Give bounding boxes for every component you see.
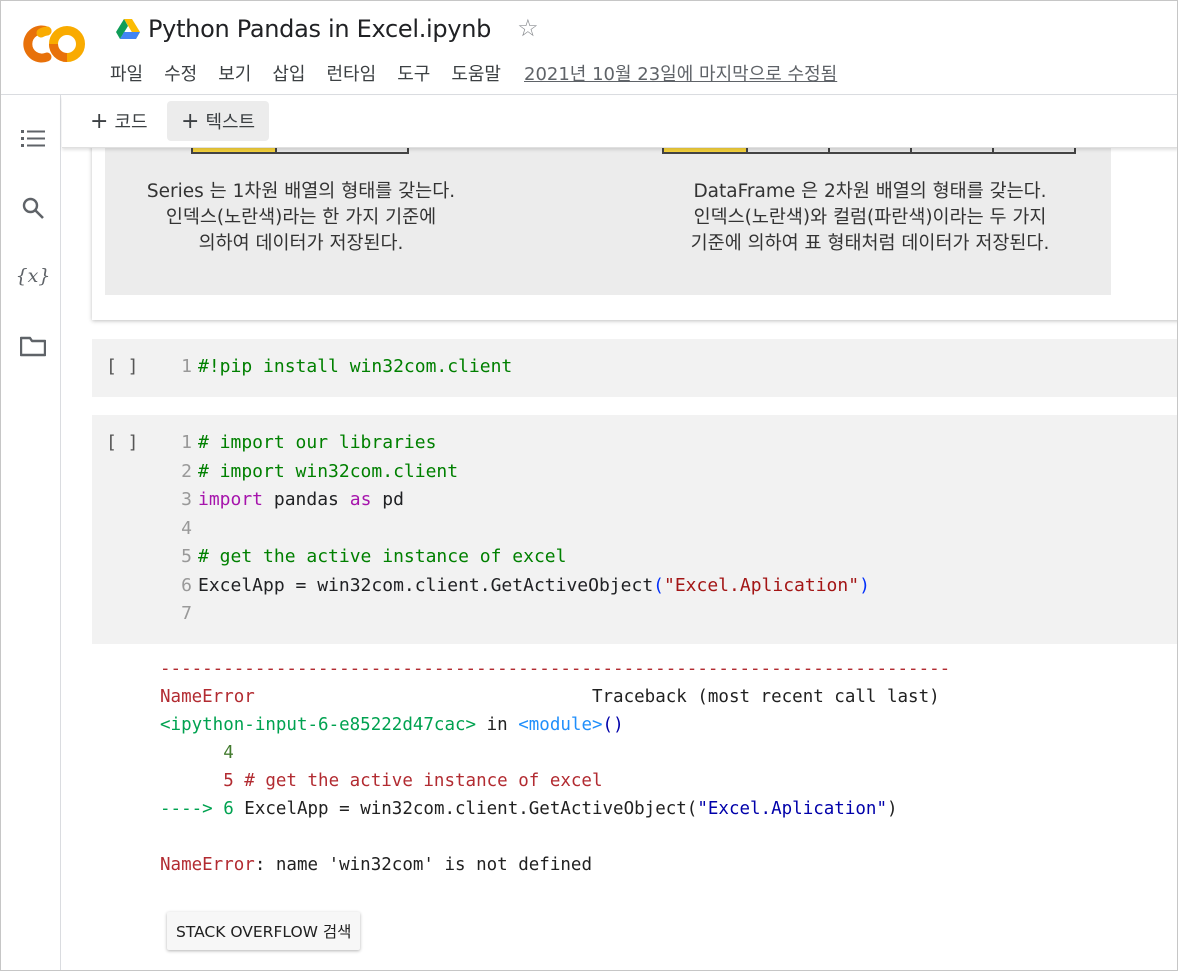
final-error: NameError: name 'win32com' is not define… bbox=[160, 851, 950, 879]
caption-line: 의하여 데이터가 저장된다. bbox=[198, 233, 404, 254]
menu-bar: 파일 수정 보기 삽입 런타임 도구 도움말 2021년 10월 23일에 마지… bbox=[110, 58, 837, 88]
traceback-label: Traceback (most recent call last) bbox=[591, 687, 940, 707]
code-text: # import win32com.client bbox=[198, 460, 459, 482]
dataframe-table-stub bbox=[662, 148, 1076, 154]
caption-line: 인덱스(노란색)라는 한 가지 기준에 bbox=[165, 207, 437, 228]
series-dataframe-image: Series 는 1차원 배열의 형태를 갖는다. 인덱스(노란색)라는 한 가… bbox=[105, 148, 1111, 295]
caption-line: Series 는 1차원 배열의 형태를 갖는다. bbox=[146, 181, 456, 202]
module-parens: () bbox=[602, 715, 624, 735]
cell-output: ----------------------------------------… bbox=[160, 655, 950, 879]
variables-icon[interactable]: {x} bbox=[16, 261, 51, 291]
line-number: 7 bbox=[181, 603, 192, 624]
text-cell[interactable]: Series 는 1차원 배열의 형태를 갖는다. 인덱스(노란색)라는 한 가… bbox=[92, 148, 1178, 320]
traceback-location: <ipython-input-6-e85222d47cac> in <modul… bbox=[160, 711, 950, 739]
menu-tools[interactable]: 도구 bbox=[397, 60, 430, 86]
caption-line: 기준에 의하여 표 형태처럼 데이터가 저장된다. bbox=[690, 233, 1050, 254]
error-separator: ----------------------------------------… bbox=[160, 659, 951, 679]
traceback-string: "Excel.Aplication" bbox=[697, 799, 887, 819]
add-text-label: 텍스트 bbox=[205, 112, 256, 133]
title-row: Python Pandas in Excel.ipynb ☆ bbox=[116, 12, 539, 46]
search-stack-overflow-button[interactable]: STACK OVERFLOW 검색 bbox=[167, 912, 361, 950]
code-text: pd bbox=[371, 489, 404, 510]
traceback-code: ExcelApp = win32com.client.GetActiveObje… bbox=[244, 799, 698, 819]
keyword: as bbox=[349, 489, 372, 510]
error-name: NameError bbox=[160, 687, 255, 707]
google-drive-icon[interactable] bbox=[116, 18, 140, 40]
string-literal: "Excel.Aplication" bbox=[664, 574, 860, 596]
menu-help[interactable]: 도움말 bbox=[451, 60, 501, 86]
add-code-button[interactable]: + 코드 bbox=[76, 101, 162, 141]
notebook-content: Series 는 1차원 배열의 형태를 갖는다. 인덱스(노란색)라는 한 가… bbox=[62, 148, 1178, 971]
plus-icon: + bbox=[90, 108, 109, 134]
error-name: NameError bbox=[160, 855, 255, 875]
code-editor[interactable]: 1 # import our libraries 2 # import win32c… bbox=[168, 429, 870, 629]
module-ref: <module> bbox=[518, 715, 603, 735]
traceback-line: 5 # get the active instance of excel bbox=[160, 771, 603, 791]
code-text: #!pip install win32com.client bbox=[198, 356, 513, 377]
menu-runtime[interactable]: 런타임 bbox=[327, 60, 377, 86]
plus-icon: + bbox=[181, 108, 200, 134]
arrow: ----> 6 bbox=[160, 799, 245, 819]
menu-edit[interactable]: 수정 bbox=[164, 60, 197, 86]
code-cell-2[interactable]: [ ] 1 # import our libraries 2 # import wi… bbox=[92, 415, 1178, 644]
input-ref: <ipython-input-6-e85222d47cac> bbox=[160, 715, 477, 735]
paren: ( bbox=[653, 574, 664, 596]
line-number: 5 bbox=[181, 546, 192, 567]
paren: ) bbox=[859, 574, 870, 596]
line-number: 1 bbox=[181, 356, 192, 377]
traceback-line: 4 bbox=[160, 743, 234, 763]
line-number: 3 bbox=[181, 489, 192, 510]
dataframe-caption: DataFrame 은 2차원 배열의 형태를 갖는다. 인덱스(노란색)와 컬… bbox=[660, 179, 1080, 257]
run-cell-button[interactable]: [ ] bbox=[106, 432, 139, 453]
notebook-title[interactable]: Python Pandas in Excel.ipynb bbox=[148, 15, 491, 43]
menu-insert[interactable]: 삽입 bbox=[272, 60, 305, 86]
run-cell-button[interactable]: [ ] bbox=[106, 356, 139, 377]
line-number: 1 bbox=[181, 432, 192, 453]
error-header: NameError Traceback (most recent call la… bbox=[160, 683, 950, 711]
last-edited-link[interactable]: 2021년 10월 23일에 마지막으로 수정됨 bbox=[524, 60, 837, 86]
menu-view[interactable]: 보기 bbox=[218, 60, 251, 86]
code-text: # import our libraries bbox=[198, 432, 437, 453]
error-message: : name 'win32com' is not defined bbox=[254, 855, 592, 875]
code-text: # get the active instance of excel bbox=[198, 546, 567, 567]
colab-logo[interactable] bbox=[22, 22, 88, 66]
toc-icon[interactable] bbox=[18, 123, 48, 153]
add-text-button[interactable]: + 텍스트 bbox=[167, 101, 270, 141]
caption-line: 인덱스(노란색)와 컬럼(파란색)이라는 두 가지 bbox=[693, 207, 1047, 228]
left-sidebar: {x} bbox=[0, 95, 61, 971]
in-word: in bbox=[476, 715, 519, 735]
header: Python Pandas in Excel.ipynb ☆ 파일 수정 보기 … bbox=[0, 0, 1178, 95]
traceback-line: ----> 6 ExcelApp = win32com.client.GetAc… bbox=[160, 795, 950, 823]
traceback-code: ) bbox=[887, 799, 898, 819]
line-number: 2 bbox=[181, 460, 192, 482]
star-icon[interactable]: ☆ bbox=[517, 17, 539, 41]
menu-file[interactable]: 파일 bbox=[110, 60, 143, 86]
cell-toolbar: + 코드 + 텍스트 bbox=[62, 96, 1178, 148]
code-cell-1[interactable]: [ ] 1 #!pip install win32com.client bbox=[92, 339, 1178, 397]
series-table-stub bbox=[191, 148, 409, 154]
code-text: ExcelApp = win32com.client.GetActiveObje… bbox=[198, 574, 654, 596]
keyword: import bbox=[198, 489, 264, 510]
caption-line: DataFrame 은 2차원 배열의 형태를 갖는다. bbox=[693, 181, 1047, 202]
code-text: pandas bbox=[263, 489, 350, 510]
search-icon[interactable] bbox=[18, 193, 48, 223]
line-number: 6 bbox=[181, 574, 192, 596]
add-code-label: 코드 bbox=[114, 112, 148, 133]
line-number: 4 bbox=[181, 517, 192, 539]
folder-icon[interactable] bbox=[18, 331, 48, 361]
series-caption: Series 는 1차원 배열의 형태를 갖는다. 인덱스(노란색)라는 한 가… bbox=[111, 179, 491, 257]
code-editor[interactable]: 1 #!pip install win32com.client bbox=[168, 353, 512, 382]
